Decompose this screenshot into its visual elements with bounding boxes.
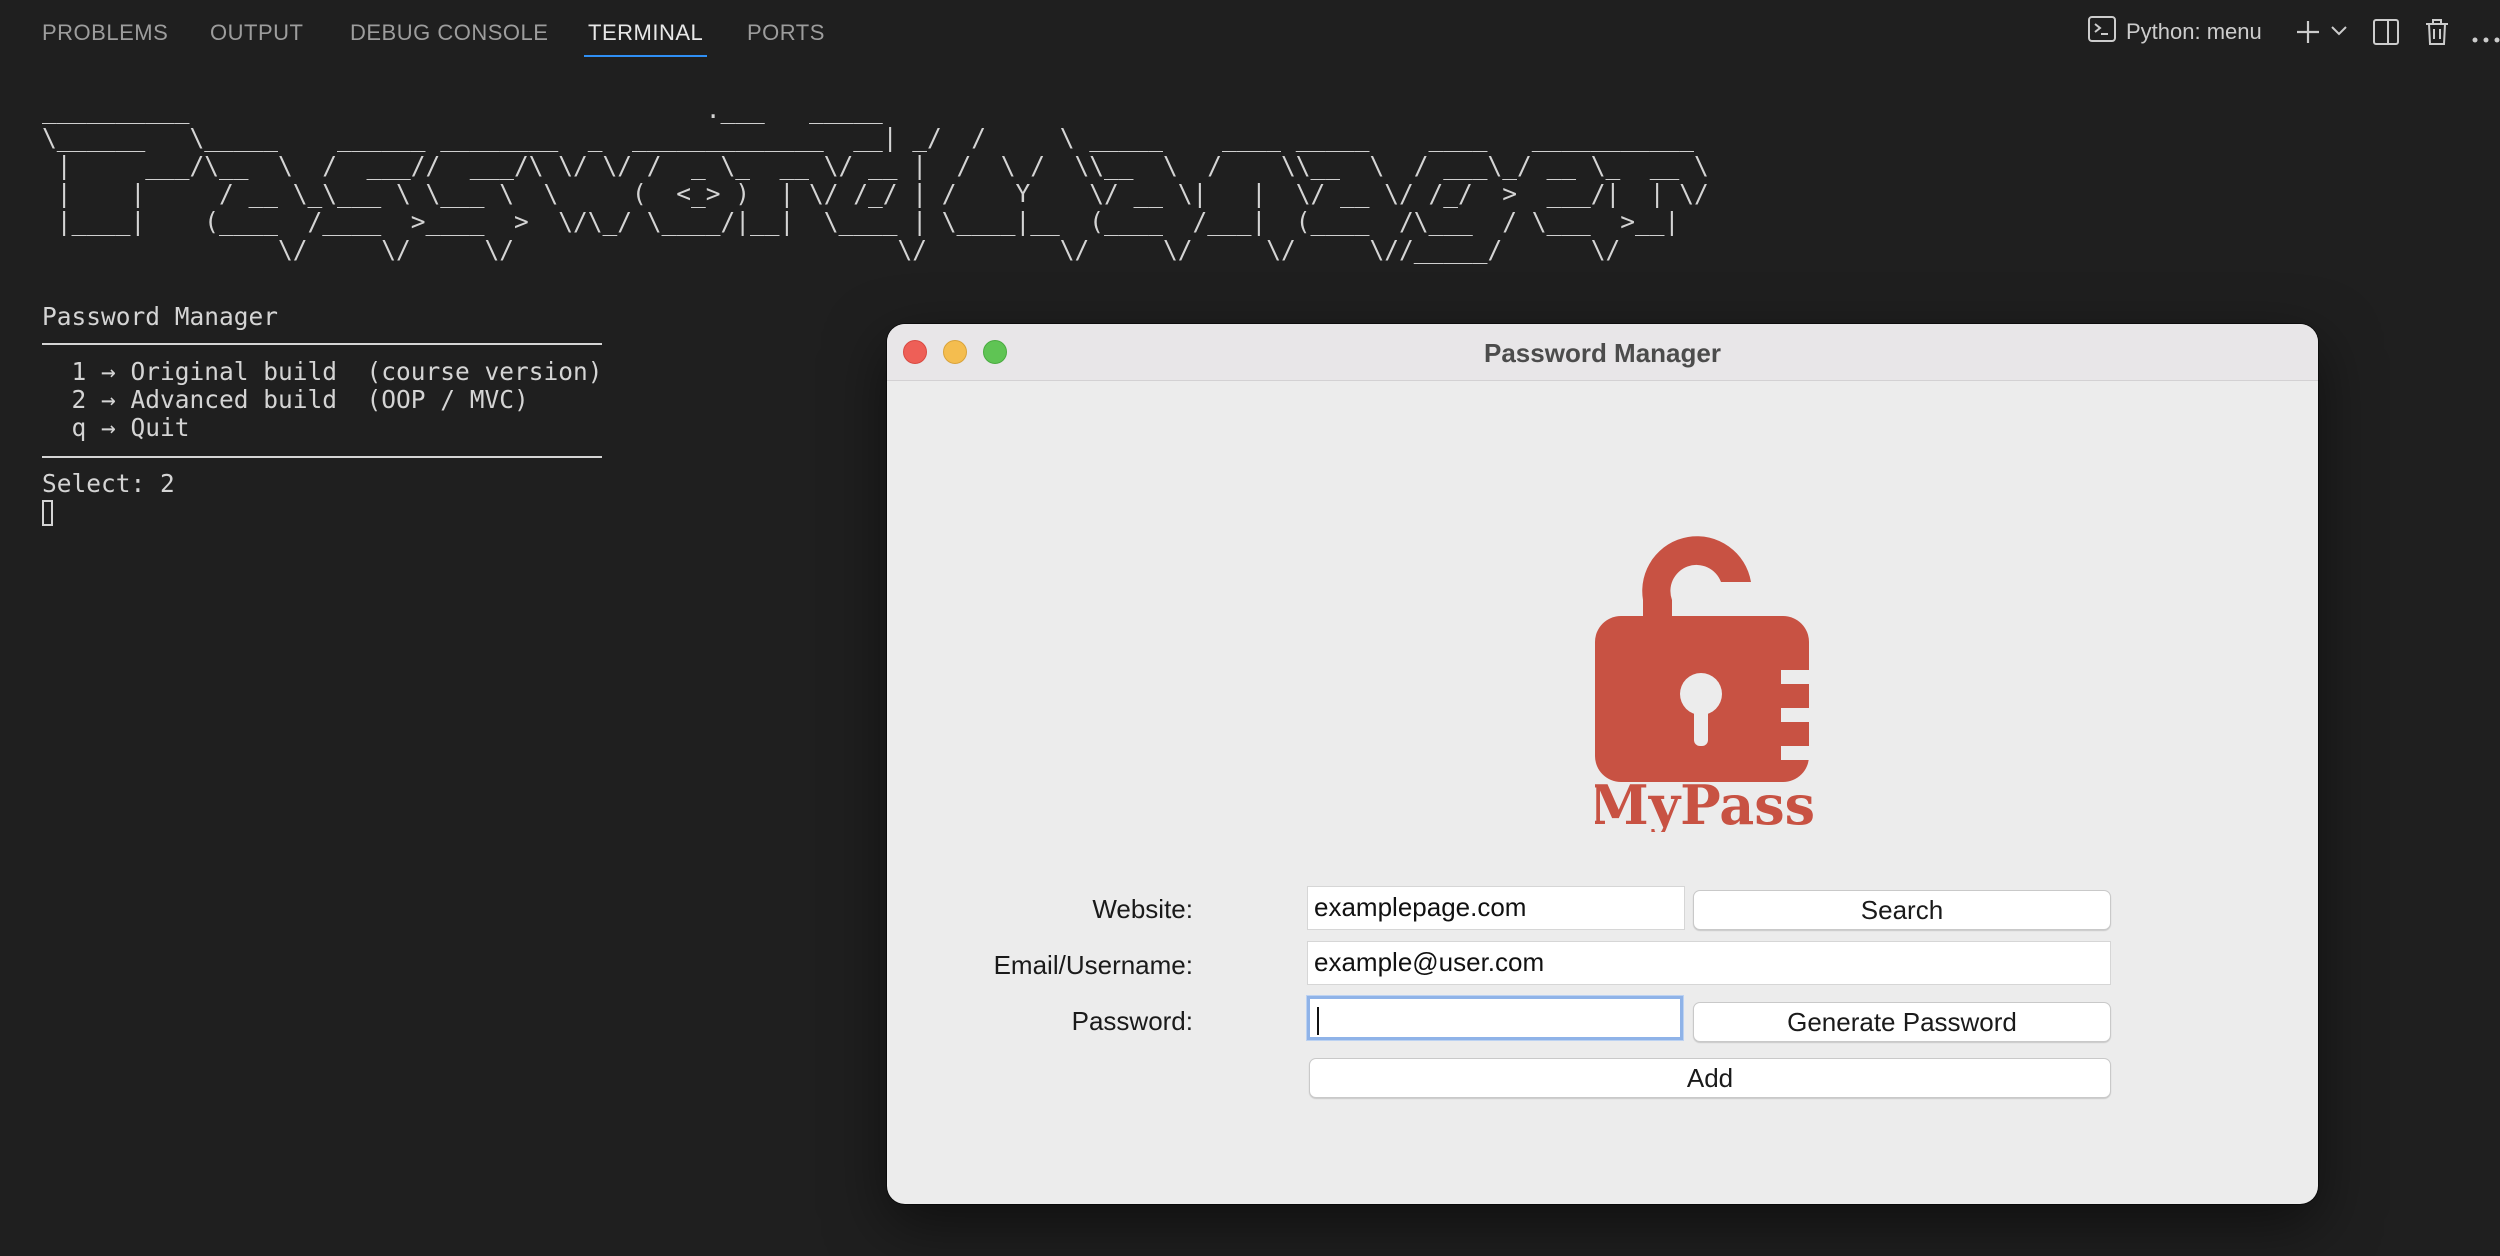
ascii-banner: __________ .___ _____ \______ \_____ ___… — [42, 95, 1709, 264]
window-title: Password Manager — [1484, 338, 1721, 368]
tab-ports[interactable]: PORTS — [747, 20, 825, 46]
email-input[interactable]: example@user.com — [1307, 941, 2111, 985]
panel-tabbar: PROBLEMS OUTPUT DEBUG CONSOLE TERMINAL P… — [0, 0, 2500, 64]
password-manager-window: Password Manager MyPass Website: example… — [887, 324, 2318, 1204]
generate-password-button[interactable]: Generate Password — [1693, 1002, 2111, 1042]
plus-icon[interactable] — [2294, 18, 2322, 51]
password-label: Password: — [1071, 1006, 1193, 1036]
tab-debug-console[interactable]: DEBUG CONSOLE — [350, 20, 548, 46]
email-label: Email/Username: — [993, 950, 1193, 980]
window-titlebar[interactable]: Password Manager — [887, 324, 2318, 381]
select-prompt: Select: 2 — [42, 469, 175, 498]
menu-item-advanced: 2 → Advanced build (OOP / MVC) — [42, 385, 529, 414]
menu-divider-bottom — [42, 456, 602, 458]
menu-divider-top — [42, 343, 602, 345]
more-icon[interactable] — [2472, 30, 2500, 48]
terminal-cursor — [42, 500, 53, 526]
tab-terminal[interactable]: TERMINAL — [583, 20, 708, 57]
logo-text: MyPass — [1595, 773, 1815, 832]
menu-item-original: 1 → Original build (course version) — [42, 357, 603, 386]
terminal-selector[interactable]: Python: menu — [2088, 16, 2262, 48]
chevron-down-icon[interactable] — [2330, 24, 2348, 43]
terminal-icon — [2088, 16, 2116, 48]
password-input[interactable] — [1307, 996, 1683, 1040]
website-input[interactable]: examplepage.com — [1307, 886, 1685, 930]
terminal-output[interactable]: __________ .___ _____ \______ \_____ ___… — [42, 95, 2442, 526]
mypass-logo: MyPass — [1589, 522, 1821, 837]
trash-icon[interactable] — [2424, 18, 2450, 51]
menu-item-quit: q → Quit — [42, 413, 190, 442]
menu-title: Password Manager — [42, 302, 279, 331]
tab-output[interactable]: OUTPUT — [210, 20, 303, 46]
search-button[interactable]: Search — [1693, 890, 2111, 930]
terminal-selector-label: Python: menu — [2126, 19, 2262, 44]
website-label: Website: — [1092, 894, 1193, 924]
text-cursor — [1317, 1007, 1319, 1035]
split-icon[interactable] — [2372, 18, 2400, 51]
add-button[interactable]: Add — [1309, 1058, 2111, 1098]
unlocked-padlock-icon — [1595, 536, 1821, 782]
tab-problems[interactable]: PROBLEMS — [42, 20, 168, 46]
